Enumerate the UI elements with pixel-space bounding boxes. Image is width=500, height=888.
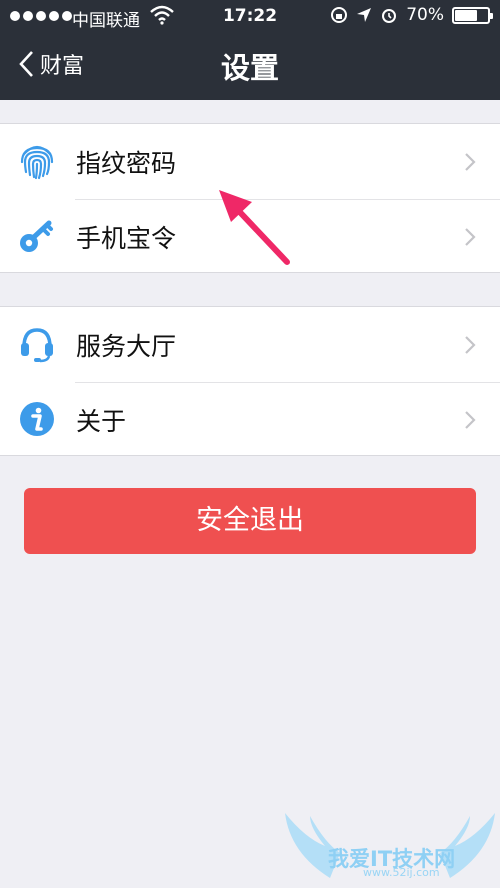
settings-item-label: 服务大厅 (76, 332, 177, 361)
logout-button[interactable]: 安全退出 (24, 488, 476, 554)
annotation-arrow (219, 190, 290, 265)
settings-item-label: 关于 (76, 407, 127, 436)
headset-icon (21, 328, 53, 363)
settings-group-support: 服务大厅 关于 (0, 306, 500, 456)
settings-item-about[interactable]: 关于 (0, 382, 500, 457)
chevron-right-icon (465, 411, 476, 429)
info-icon (20, 402, 54, 436)
chevron-right-icon (465, 336, 476, 354)
watermark-url: www.52ij.com (363, 866, 440, 879)
settings-item-service-hall[interactable]: 服务大厅 (0, 307, 500, 382)
